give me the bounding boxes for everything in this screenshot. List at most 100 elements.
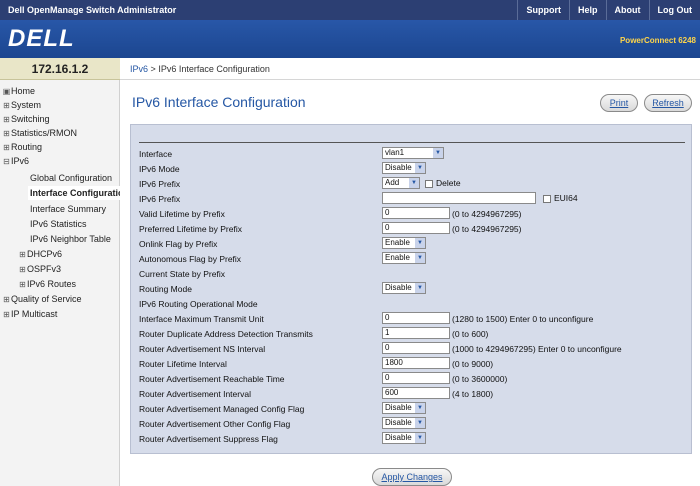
row-onlink-flag: Onlink Flag by Prefix Enable ▼	[139, 237, 685, 252]
reachable-time-input[interactable]: 0	[382, 372, 450, 384]
print-button[interactable]: Print	[600, 94, 638, 112]
mtu-label: Interface Maximum Transmit Unit	[139, 314, 264, 324]
page-title: IPv6 Interface Configuration	[132, 94, 306, 110]
chevron-down-icon: ▼	[433, 148, 443, 158]
ip-address: 172.16.1.2	[0, 58, 120, 80]
sidebar-item-interface-configuration[interactable]: Interface Configuration	[28, 186, 120, 200]
ns-interval-label: Router Advertisement NS Interval	[139, 344, 266, 354]
expand-icon[interactable]: ⊞	[2, 293, 11, 306]
reachable-time-label: Router Advertisement Reachable Time	[139, 374, 285, 384]
sidebar-item-ipv6[interactable]: ⊟IPv6	[2, 154, 122, 168]
expand-icon[interactable]: ⊞	[2, 308, 11, 321]
top-links: Support Help About Log Out	[517, 0, 700, 20]
expand-icon[interactable]: ⊞	[2, 99, 11, 112]
support-link[interactable]: Support	[517, 0, 569, 20]
eui64-checkbox[interactable]	[543, 194, 551, 203]
chevron-down-icon: ▼	[409, 178, 419, 188]
advertisement-interval-input[interactable]: 600	[382, 387, 450, 399]
onlink-flag-label: Onlink Flag by Prefix	[139, 239, 218, 249]
row-valid-lifetime: Valid Lifetime by Prefix 0 (0 to 4294967…	[139, 207, 685, 222]
dad-transmits-label: Router Duplicate Address Detection Trans…	[139, 329, 313, 339]
chevron-down-icon: ▼	[415, 238, 425, 248]
row-suppress-flag: Router Advertisement Suppress Flag Disab…	[139, 432, 685, 447]
row-autonomous-flag: Autonomous Flag by Prefix Enable ▼	[139, 252, 685, 267]
onlink-flag-select[interactable]: Enable ▼	[382, 237, 426, 249]
router-lifetime-hint: (0 to 9000)	[452, 359, 494, 369]
routing-mode-select[interactable]: Disable ▼	[382, 282, 426, 294]
breadcrumb-separator: >	[150, 64, 156, 74]
chevron-down-icon: ▼	[415, 403, 425, 413]
collapse-icon[interactable]: ⊟	[2, 155, 11, 168]
row-router-lifetime: Router Lifetime Interval 1800 (0 to 9000…	[139, 357, 685, 372]
managed-config-flag-label: Router Advertisement Managed Config Flag	[139, 404, 305, 414]
ns-interval-hint: (1000 to 4294967295) Enter 0 to unconfig…	[452, 344, 622, 354]
breadcrumb-parent[interactable]: IPv6	[130, 64, 148, 74]
expand-icon[interactable]: ⊞	[18, 263, 27, 276]
ipv6-prefix-action-label: IPv6 Prefix	[139, 179, 181, 189]
sidebar-nav: ▣Home ⊞System ⊞Switching ⊞Statistics/RMO…	[0, 80, 120, 486]
valid-lifetime-hint: (0 to 4294967295)	[452, 209, 522, 219]
row-advertisement-interval: Router Advertisement Interval 600 (4 to …	[139, 387, 685, 402]
sidebar-item-home[interactable]: ▣Home	[2, 84, 122, 98]
main-content: IPv6 Interface Configuration Print Refre…	[120, 80, 700, 486]
managed-config-flag-select[interactable]: Disable ▼	[382, 402, 426, 414]
valid-lifetime-label: Valid Lifetime by Prefix	[139, 209, 225, 219]
sidebar-item-statistics[interactable]: ⊞Statistics/RMON	[2, 126, 122, 140]
router-lifetime-input[interactable]: 1800	[382, 357, 450, 369]
expand-icon[interactable]: ⊞	[2, 141, 11, 154]
top-bar: Dell OpenManage Switch Administrator Sup…	[0, 0, 700, 20]
chevron-down-icon: ▼	[415, 163, 425, 173]
prefix-action-select[interactable]: Add ▼	[382, 177, 420, 189]
sidebar-item-ip-multicast[interactable]: ⊞IP Multicast	[2, 307, 122, 321]
other-config-flag-label: Router Advertisement Other Config Flag	[139, 419, 291, 429]
current-state-label: Current State by Prefix	[139, 269, 225, 279]
row-mtu: Interface Maximum Transmit Unit 0 (1280 …	[139, 312, 685, 327]
suppress-flag-select[interactable]: Disable ▼	[382, 432, 426, 444]
ns-interval-input[interactable]: 0	[382, 342, 450, 354]
other-config-flag-select[interactable]: Disable ▼	[382, 417, 426, 429]
dad-transmits-input[interactable]: 1	[382, 327, 450, 339]
app-title: Dell OpenManage Switch Administrator	[8, 5, 177, 15]
advertisement-interval-hint: (4 to 1800)	[452, 389, 494, 399]
row-reachable-time: Router Advertisement Reachable Time 0 (0…	[139, 372, 685, 387]
preferred-lifetime-input[interactable]: 0	[382, 222, 450, 234]
header-banner: DELL PowerConnect 6248	[0, 20, 700, 58]
row-ipv6-prefix: IPv6 Prefix EUI64	[139, 192, 685, 207]
sidebar-item-routing[interactable]: ⊞Routing	[2, 140, 122, 154]
about-link[interactable]: About	[605, 0, 649, 20]
chevron-down-icon: ▼	[415, 418, 425, 428]
log-out-link[interactable]: Log Out	[648, 0, 700, 20]
expand-icon[interactable]: ⊞	[2, 127, 11, 140]
expand-icon[interactable]: ⊞	[18, 278, 27, 291]
interface-select[interactable]: vlan1 ▼	[382, 147, 444, 159]
interface-label: Interface	[139, 149, 173, 159]
row-routing-mode: Routing Mode Disable ▼	[139, 282, 685, 297]
ipv6-mode-label: IPv6 Mode	[139, 164, 180, 174]
ipv6-mode-select[interactable]: Disable ▼	[382, 162, 426, 174]
advertisement-interval-label: Router Advertisement Interval	[139, 389, 251, 399]
suppress-flag-label: Router Advertisement Suppress Flag	[139, 434, 278, 444]
autonomous-flag-label: Autonomous Flag by Prefix	[139, 254, 242, 264]
dad-transmits-hint: (0 to 600)	[452, 329, 489, 339]
help-link[interactable]: Help	[568, 0, 606, 20]
expand-icon[interactable]: ⊞	[18, 248, 27, 261]
preferred-lifetime-label: Preferred Lifetime by Prefix	[139, 224, 242, 234]
eui64-label: EUI64	[554, 193, 578, 203]
autonomous-flag-select[interactable]: Enable ▼	[382, 252, 426, 264]
apply-changes-button[interactable]: Apply Changes	[372, 468, 452, 486]
row-interface: Interface vlan1 ▼	[139, 147, 685, 162]
routing-mode-label: Routing Mode	[139, 284, 192, 294]
router-lifetime-label: Router Lifetime Interval	[139, 359, 227, 369]
sidebar-item-switching[interactable]: ⊞Switching	[2, 112, 122, 126]
reachable-time-hint: (0 to 3600000)	[452, 374, 508, 384]
delete-label: Delete	[436, 178, 461, 188]
valid-lifetime-input[interactable]: 0	[382, 207, 450, 219]
delete-checkbox[interactable]	[425, 179, 433, 188]
mtu-input[interactable]: 0	[382, 312, 450, 324]
expand-icon[interactable]: ⊞	[2, 113, 11, 126]
refresh-button[interactable]: Refresh	[644, 94, 692, 112]
sidebar-item-quality-of-service[interactable]: ⊞Quality of Service	[2, 292, 122, 306]
ipv6-prefix-input[interactable]	[382, 192, 536, 204]
sidebar-item-system[interactable]: ⊞System	[2, 98, 122, 112]
row-ns-interval: Router Advertisement NS Interval 0 (1000…	[139, 342, 685, 357]
